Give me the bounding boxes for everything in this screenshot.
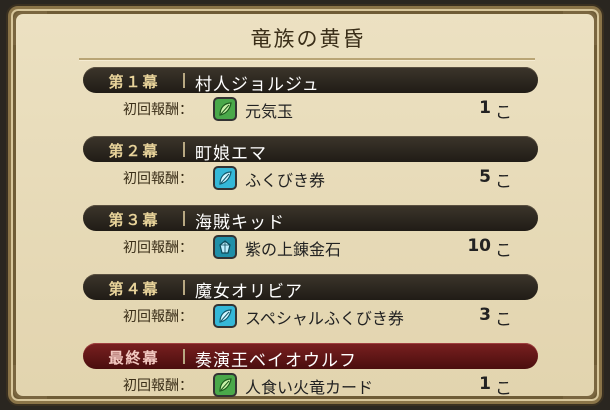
- reward-item-name: 紫の上錬金石: [245, 240, 342, 259]
- chapter-row: 第２幕 町娘エマ 初回報酬： ふくびき券 5 こ: [11, 130, 605, 199]
- divider: [183, 142, 185, 157]
- reward-item-name: 元気玉: [245, 102, 294, 121]
- panel-title: 竜族の黄昏: [250, 27, 366, 51]
- reward-quantity: 5: [479, 167, 491, 187]
- reward-label: 初回報酬：: [123, 240, 193, 256]
- chapter-label: 第３幕: [108, 211, 160, 229]
- chapter-bar[interactable]: 第４幕 魔女オリビア: [83, 274, 538, 302]
- reward-unit: こ: [495, 241, 512, 261]
- reward-unit: こ: [495, 103, 512, 123]
- final-chapter-bar[interactable]: 最終幕 奏演王ベイオウルフ: [83, 343, 538, 371]
- rewards-panel: 竜族の黄昏 第１幕 村人ジョルジュ 初回報酬： 元気玉 1 こ 第２幕 町娘エマ…: [8, 6, 602, 404]
- reward-quantity: 1: [479, 98, 491, 118]
- chapter-row: 第３幕 海賊キッド 初回報酬： 紫の上錬金石 10 こ: [11, 199, 605, 268]
- chapter-label: 第２幕: [108, 142, 160, 160]
- cyan-leaf-icon: [213, 166, 237, 190]
- chapter-bar[interactable]: 第１幕 村人ジョルジュ: [83, 67, 538, 95]
- gem-icon: [213, 235, 237, 259]
- chapter-row: 第１幕 村人ジョルジュ 初回報酬： 元気玉 1 こ: [11, 61, 605, 130]
- boss-name: 海賊キッド: [195, 213, 285, 233]
- reward-quantity: 3: [479, 305, 491, 325]
- boss-name: 奏演王ベイオウルフ: [195, 351, 357, 371]
- reward-unit: こ: [495, 379, 512, 399]
- reward-item-name: スペシャルふくびき券: [245, 309, 404, 328]
- reward-quantity: 1: [479, 374, 491, 394]
- chapter-label: 最終幕: [108, 349, 160, 367]
- chapter-bar[interactable]: 第３幕 海賊キッド: [83, 205, 538, 233]
- boss-name: 魔女オリビア: [195, 282, 303, 302]
- reward-item-name: 人食い火竜カード: [245, 378, 374, 397]
- reward-item-name: ふくびき券: [245, 171, 326, 190]
- divider: [183, 73, 185, 88]
- green-leaf-icon: [213, 373, 237, 397]
- boss-name: 町娘エマ: [195, 144, 267, 164]
- reward-label: 初回報酬：: [123, 171, 193, 187]
- reward-label: 初回報酬：: [123, 309, 193, 325]
- reward-label: 初回報酬：: [123, 378, 193, 394]
- boss-name: 村人ジョルジュ: [195, 75, 320, 95]
- chapter-bar[interactable]: 第２幕 町娘エマ: [83, 136, 538, 164]
- reward-unit: こ: [495, 310, 512, 330]
- chapter-row: 第４幕 魔女オリビア 初回報酬： スペシャルふくびき券 3 こ: [11, 268, 605, 337]
- reward-quantity: 10: [467, 236, 491, 256]
- divider: [183, 280, 185, 295]
- chapter-label: 第４幕: [108, 280, 160, 298]
- reward-label: 初回報酬：: [123, 102, 193, 118]
- divider: [183, 211, 185, 226]
- chapter-label: 第１幕: [108, 73, 160, 91]
- chapter-list: 第１幕 村人ジョルジュ 初回報酬： 元気玉 1 こ 第２幕 町娘エマ 初回報酬：…: [11, 61, 605, 406]
- chapter-row: 最終幕 奏演王ベイオウルフ 初回報酬： 人食い火竜カード 1 こ: [11, 337, 605, 406]
- green-leaf-icon: [213, 97, 237, 121]
- reward-unit: こ: [495, 172, 512, 192]
- cyan-leaf-icon: [213, 304, 237, 328]
- divider: [183, 349, 185, 364]
